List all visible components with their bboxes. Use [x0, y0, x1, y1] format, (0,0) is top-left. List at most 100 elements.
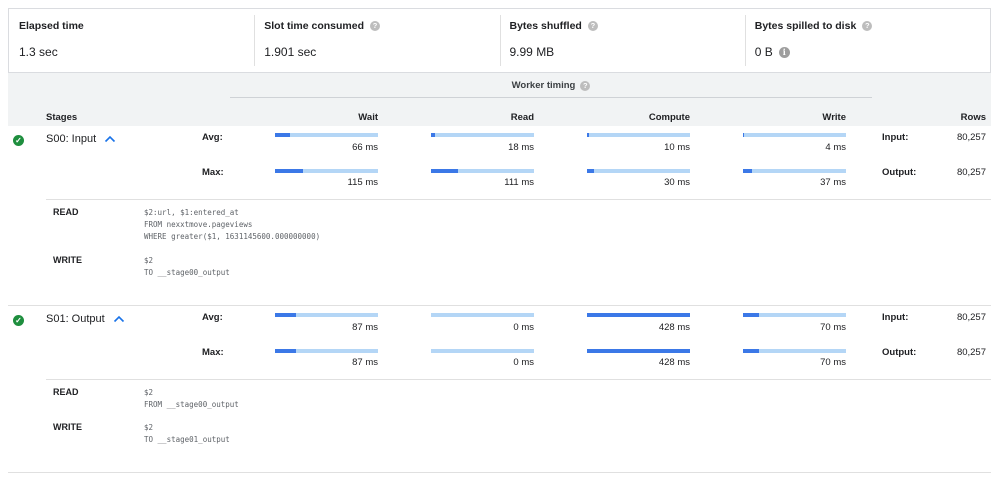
bar-fill: [743, 133, 745, 137]
wait-max-bar: [275, 349, 378, 353]
bar-fill: [743, 169, 753, 173]
bytes-spilled-label: Bytes spilled to disk: [754, 20, 857, 32]
divider: [230, 97, 872, 98]
input-label: Input:: [882, 132, 909, 143]
bar-fill: [587, 313, 690, 317]
bar-fill: [275, 313, 296, 317]
stages-table-header: Worker timing? Stages Wait Read Compute …: [8, 72, 991, 126]
max-label: Max:: [202, 167, 224, 178]
write-max-bar: [743, 349, 846, 353]
write-avg-value: 4 ms: [825, 142, 846, 153]
help-icon[interactable]: ?: [580, 80, 591, 91]
read-max-value: 0 ms: [513, 357, 534, 368]
bytes-shuffled-label: Bytes shuffled: [509, 20, 582, 32]
bar-fill: [587, 169, 595, 173]
help-icon[interactable]: ?: [862, 21, 873, 31]
success-check-icon: ✓: [13, 315, 24, 326]
wait-avg-bar: [275, 313, 378, 317]
bar-fill: [743, 349, 760, 353]
write-query-code: $2 TO __stage01_output: [144, 423, 230, 444]
stages-column-header: Stages: [46, 112, 78, 123]
bar-fill: [587, 349, 690, 353]
write-section-label: WRITE: [53, 255, 82, 265]
compute-max-value: 428 ms: [658, 357, 690, 368]
read-section-label: READ: [53, 207, 79, 217]
write-section-label: WRITE: [53, 422, 82, 432]
wait-max-value: 115 ms: [347, 177, 378, 188]
read-max-value: 111 ms: [504, 177, 534, 188]
read-query-code: $2 FROM __stage00_output: [144, 388, 239, 409]
elapsed-time-value: 1.3 sec: [19, 45, 58, 59]
elapsed-time-label: Elapsed time: [19, 20, 84, 32]
write-max-value: 70 ms: [820, 357, 846, 368]
help-icon[interactable]: ?: [370, 21, 381, 31]
bytes-shuffled-card: Bytes shuffled? 9.99 MB: [499, 9, 745, 72]
stage-s01: ✓ S01: Output Avg: 87 ms 0 ms 428 ms 70 …: [8, 306, 991, 466]
wait-avg-bar: [275, 133, 378, 137]
chevron-up-icon[interactable]: [113, 314, 125, 324]
read-avg-bar: [431, 133, 534, 137]
compute-max-bar: [587, 349, 690, 353]
bar-fill: [431, 133, 436, 137]
output-label: Output:: [882, 347, 917, 358]
compute-avg-value: 428 ms: [658, 322, 690, 333]
slot-time-value: 1.901 sec: [264, 45, 317, 59]
wait-avg-value: 87 ms: [352, 322, 378, 333]
compute-max-value: 30 ms: [664, 177, 690, 188]
slot-time-card: Slot time consumed? 1.901 sec: [254, 9, 499, 72]
bar-fill: [431, 169, 458, 173]
bytes-spilled-value: 0 B: [754, 45, 773, 59]
compute-avg-bar: [587, 313, 690, 317]
stage-name[interactable]: S01: Output: [46, 313, 125, 325]
bar-fill: [743, 313, 760, 317]
stage-s00: ✓ S00: Input Avg: 66 ms 18 ms 10 ms 4 ms…: [8, 126, 991, 306]
bar-fill: [587, 133, 590, 137]
info-icon[interactable]: i: [778, 46, 790, 58]
bar-fill: [275, 349, 296, 353]
stage-name[interactable]: S00: Input: [46, 133, 116, 145]
write-max-bar: [743, 169, 846, 173]
divider: [46, 379, 991, 380]
compute-max-bar: [587, 169, 690, 173]
write-column-header: Write: [822, 112, 846, 123]
read-avg-bar: [431, 313, 534, 317]
output-label: Output:: [882, 167, 917, 178]
write-max-value: 37 ms: [820, 177, 846, 188]
summary-panel: Elapsed time 1.3 sec Slot time consumed?…: [8, 8, 991, 72]
read-section-label: READ: [53, 387, 79, 397]
avg-label: Avg:: [202, 312, 223, 323]
wait-column-header: Wait: [358, 112, 378, 123]
max-label: Max:: [202, 347, 224, 358]
read-avg-value: 0 ms: [513, 322, 534, 333]
read-max-bar: [431, 169, 534, 173]
write-query-code: $2 TO __stage00_output: [144, 256, 230, 277]
bytes-spilled-card: Bytes spilled to disk? 0 B i: [744, 9, 990, 72]
wait-avg-value: 66 ms: [352, 142, 378, 153]
elapsed-time-card: Elapsed time 1.3 sec: [9, 9, 254, 72]
slot-time-label: Slot time consumed: [264, 20, 365, 32]
bytes-shuffled-value: 9.99 MB: [509, 45, 555, 59]
compute-avg-value: 10 ms: [664, 142, 690, 153]
input-label: Input:: [882, 312, 909, 323]
divider: [46, 199, 991, 200]
read-column-header: Read: [510, 112, 534, 123]
bar-fill: [275, 133, 291, 137]
output-rows-value: 80,257: [956, 347, 986, 358]
success-check-icon: ✓: [13, 135, 24, 146]
output-rows-value: 80,257: [956, 167, 986, 178]
read-query-code: $2:url, $1:entered_at FROM nexxtmove.pag…: [144, 208, 321, 241]
wait-max-bar: [275, 169, 378, 173]
chevron-up-icon[interactable]: [104, 134, 116, 144]
input-rows-value: 80,257: [956, 132, 986, 143]
wait-max-value: 87 ms: [352, 357, 378, 368]
write-avg-value: 70 ms: [820, 322, 846, 333]
read-max-bar: [431, 349, 534, 353]
read-avg-value: 18 ms: [508, 142, 534, 153]
compute-column-header: Compute: [648, 112, 690, 123]
input-rows-value: 80,257: [956, 312, 986, 323]
write-avg-bar: [743, 133, 846, 137]
help-icon[interactable]: ?: [587, 21, 598, 31]
bar-fill: [275, 169, 303, 173]
stage-separator: [8, 472, 991, 473]
compute-avg-bar: [587, 133, 690, 137]
